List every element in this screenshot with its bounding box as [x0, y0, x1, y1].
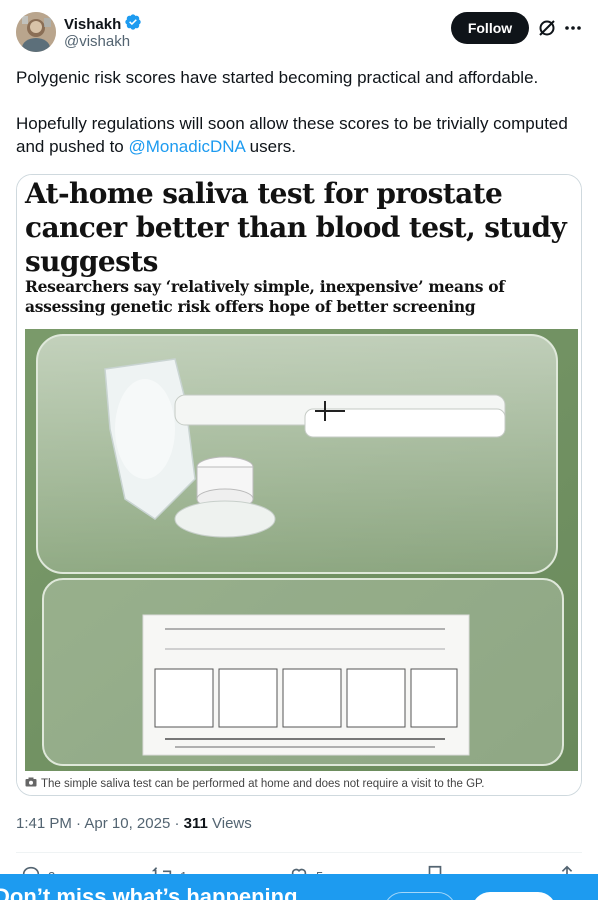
follow-button[interactable]: Follow — [451, 12, 529, 44]
camera-icon — [25, 777, 37, 790]
article-headline: At-home saliva test for prostate cancer … — [25, 177, 567, 278]
grok-slash-icon[interactable] — [537, 18, 557, 38]
views-label: Views — [212, 815, 252, 832]
mention-link[interactable]: @MonadicDNA — [128, 137, 244, 156]
article-subhead: Researchers say ‘relatively simple, inex… — [25, 277, 505, 316]
tweet-text: Polygenic risk scores have started becom… — [16, 66, 582, 181]
signup-banner: Don’t miss what’s happening — [0, 874, 598, 900]
image-caption-text: The simple saliva test can be performed … — [41, 777, 485, 790]
image-caption: The simple saliva test can be performed … — [25, 777, 577, 790]
author-handle[interactable]: @vishakh — [64, 33, 130, 50]
tweet-media-image[interactable]: At-home saliva test for prostate cancer … — [16, 174, 582, 796]
signup-button[interactable] — [472, 892, 556, 900]
saliva-test-kit-photo — [25, 329, 578, 771]
views-count: 311 — [183, 815, 208, 832]
tweet-paragraph-2-end: users. — [244, 137, 296, 156]
banner-text: Don’t miss what’s happening — [0, 884, 298, 900]
author-display-name[interactable]: Vishakh — [64, 16, 121, 33]
more-dots-icon[interactable] — [563, 18, 583, 38]
divider — [16, 852, 582, 853]
tweet-date[interactable]: Apr 10, 2025 — [84, 815, 170, 832]
tweet-header: Vishakh @vishakh Follow — [16, 12, 582, 54]
login-button[interactable] — [384, 892, 456, 900]
avatar[interactable] — [16, 12, 56, 52]
tweet-paragraph-1: Polygenic risk scores have started becom… — [16, 68, 539, 87]
tweet-meta: 1:41 PM · Apr 10, 2025 · 311 Views — [16, 815, 252, 832]
tweet-time[interactable]: 1:41 PM — [16, 815, 72, 832]
tweet-paragraph-2: Hopefully regulations will soon allow th… — [16, 112, 582, 158]
